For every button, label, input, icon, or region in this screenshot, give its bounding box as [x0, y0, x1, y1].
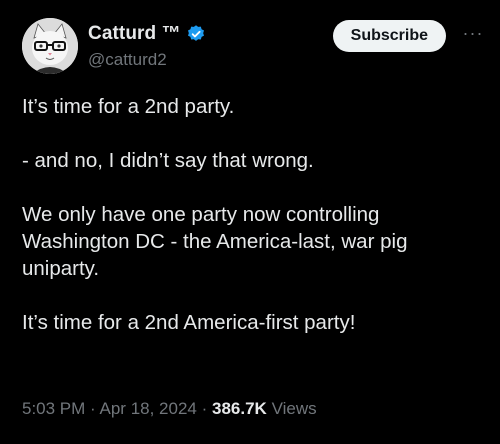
tweet-paragraph: It’s time for a 2nd party.: [22, 95, 235, 118]
meta-separator: ·: [90, 399, 96, 418]
display-name-row: Catturd ™: [88, 22, 206, 46]
author-block: Catturd ™ @catturd2: [88, 22, 206, 70]
tweet-card: Catturd ™ @catturd2 Subscribe ··· It’s t…: [0, 0, 500, 444]
more-horizontal-icon[interactable]: ···: [460, 24, 486, 46]
tweet-text: It’s time for a 2nd party. - and no, I d…: [22, 93, 482, 336]
views-label: Views: [271, 399, 317, 418]
tweet-paragraph: - and no, I didn’t say that wrong.: [22, 149, 314, 172]
tweet-paragraph: We only have one party now controlling W…: [22, 203, 414, 280]
timestamp-date[interactable]: Apr 18, 2024: [100, 399, 197, 418]
handle[interactable]: @catturd2: [88, 50, 206, 70]
tweet-header: Catturd ™ @catturd2 Subscribe ···: [22, 18, 486, 78]
verified-badge-icon[interactable]: [186, 24, 206, 44]
tweet-meta: 5:03 PM · Apr 18, 2024 · 386.7K Views: [22, 399, 317, 419]
timestamp-time[interactable]: 5:03 PM: [22, 399, 85, 418]
cat-avatar-icon: [22, 18, 78, 74]
views-count[interactable]: 386.7K: [212, 399, 267, 418]
subscribe-button[interactable]: Subscribe: [332, 20, 446, 52]
meta-separator: ·: [201, 399, 208, 418]
avatar[interactable]: [22, 18, 78, 74]
display-name[interactable]: Catturd ™: [88, 23, 181, 45]
tweet-paragraph: It’s time for a 2nd America-first party!: [22, 311, 356, 334]
